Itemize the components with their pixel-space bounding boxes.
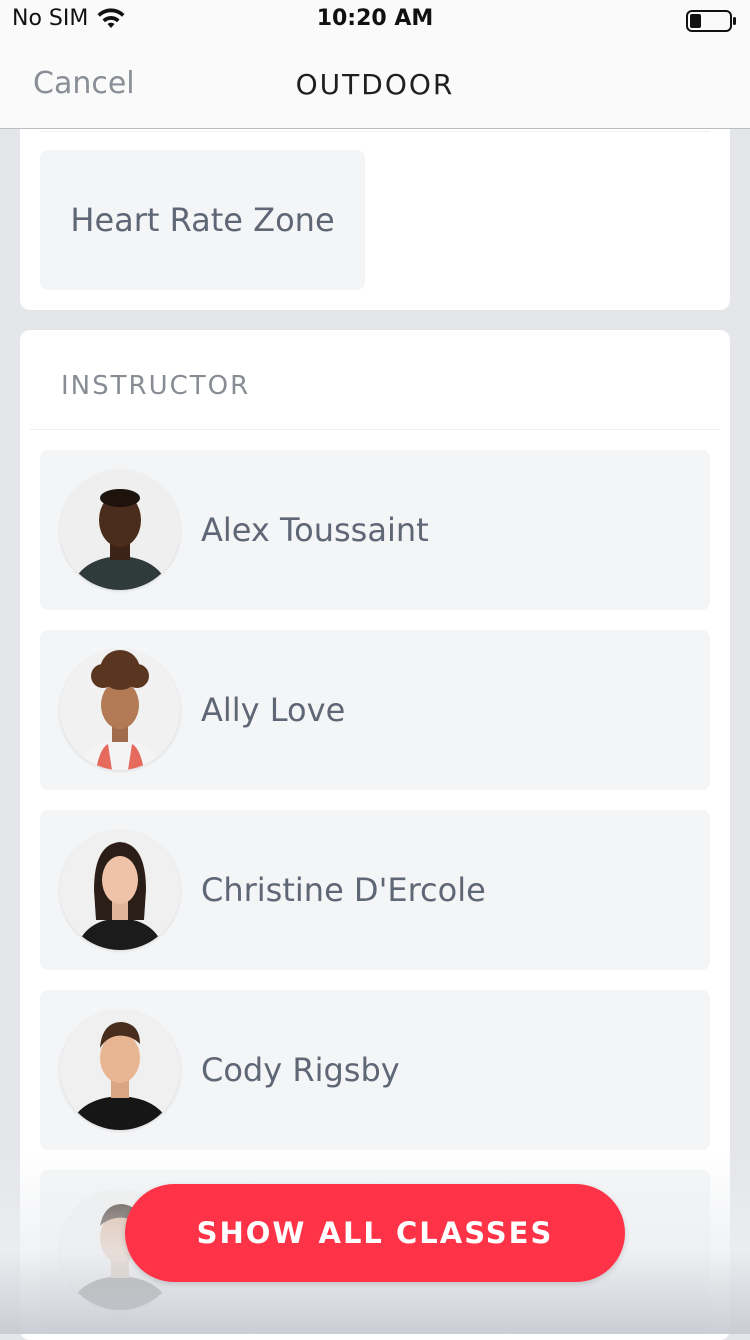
instructor-row-christine-dercole[interactable]: Christine D'Ercole xyxy=(40,810,710,970)
divider xyxy=(30,429,720,430)
avatar xyxy=(60,830,180,950)
section-header: INSTRUCTOR xyxy=(61,371,251,401)
instructor-row-alex-toussaint[interactable]: Alex Toussaint xyxy=(40,450,710,610)
instructor-name: Ally Love xyxy=(201,691,346,729)
avatar xyxy=(60,470,180,590)
instructor-name: Christine D'Ercole xyxy=(201,871,486,909)
avatar xyxy=(60,1010,180,1130)
battery-icon xyxy=(686,10,736,32)
avatar xyxy=(60,650,180,770)
status-time: 10:20 AM xyxy=(316,6,434,31)
instructor-row-cody-rigsby[interactable]: Cody Rigsby xyxy=(40,990,710,1150)
instructor-name: Cody Rigsby xyxy=(201,1051,400,1089)
status-bar: No SIM 10:20 AM xyxy=(0,0,750,40)
filter-card: Heart Rate Zone xyxy=(20,129,730,310)
show-all-classes-button[interactable]: SHOW ALL CLASSES xyxy=(125,1184,625,1282)
heart-rate-zone-chip[interactable]: Heart Rate Zone xyxy=(40,150,365,290)
instructor-name: Alex Toussaint xyxy=(201,511,429,549)
divider xyxy=(40,131,710,132)
instructor-row-ally-love[interactable]: Ally Love xyxy=(40,630,710,790)
page-title: OUTDOOR xyxy=(295,68,455,101)
nav-bar: Cancel OUTDOOR xyxy=(0,40,750,129)
